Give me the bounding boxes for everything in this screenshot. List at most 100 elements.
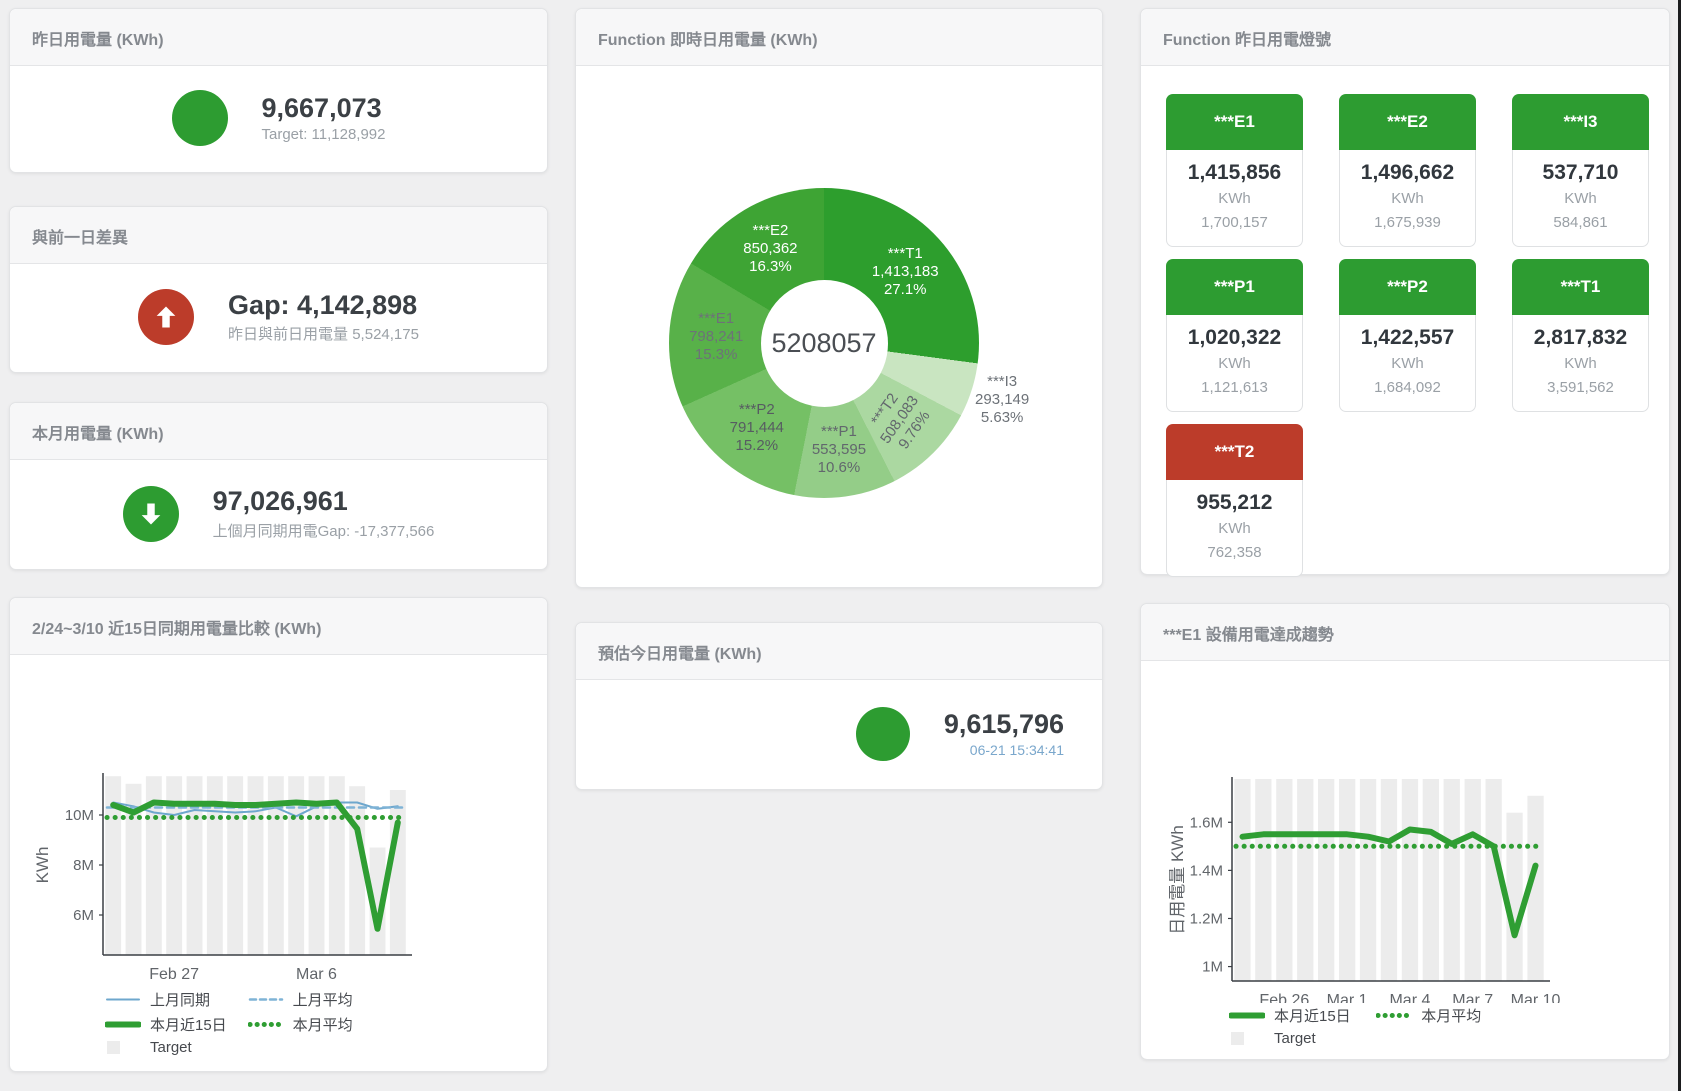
e1-trend-plot[interactable]: 1M1.2M1.4M1.6MFeb 26Mar 1Mar 4Mar 7Mar 1… <box>1141 661 1671 1003</box>
panel-e1-trend-chart: ***E1 設備用電達成趨勢 1M1.2M1.4M1.6MFeb 26Mar 1… <box>1140 603 1670 1060</box>
device-tile-header: ***E2 <box>1339 94 1476 150</box>
device-tile-p2: ***P2 1,422,557KWh1,684,092 <box>1339 259 1476 412</box>
svg-text:10M: 10M <box>65 807 94 824</box>
legend-item[interactable]: Target <box>1229 1030 1376 1047</box>
device-usage-unit: KWh <box>1340 187 1475 211</box>
e1-trend-chart-body: 1M1.2M1.4M1.6MFeb 26Mar 1Mar 4Mar 7Mar 1… <box>1141 661 1669 1049</box>
panel-month-usage: 本月用電量 (KWh) 97,026,961 上個月同期用電Gap: -17,3… <box>9 402 548 570</box>
panel-title: Function 即時日用電量 (KWh) <box>576 9 1102 66</box>
e1-trend-legend: 本月近15日 本月平均 Target <box>1229 1003 1549 1049</box>
svg-text:1.6M: 1.6M <box>1190 814 1223 831</box>
legend-label: Target <box>1274 1030 1316 1047</box>
device-tile-header: ***E1 <box>1166 94 1303 150</box>
donut-center-value: 5208057 <box>771 328 876 359</box>
svg-text:1.2M: 1.2M <box>1190 910 1223 927</box>
svg-text:1M: 1M <box>1202 959 1223 976</box>
svg-text:6M: 6M <box>73 907 94 924</box>
panel-title: 本月用電量 (KWh) <box>10 403 547 460</box>
svg-text:Mar 7: Mar 7 <box>1452 992 1493 1003</box>
device-target-value: 762,358 <box>1167 541 1302 565</box>
legend-label: 本月平均 <box>293 1014 353 1035</box>
gap-value: Gap: 4,142,898 <box>228 290 419 320</box>
device-target-value: 1,700,157 <box>1167 211 1302 235</box>
legend-item[interactable]: 本月近15日 <box>1229 1005 1376 1026</box>
device-usage-unit: KWh <box>1513 352 1648 376</box>
legend-label: 上月同期 <box>150 989 210 1010</box>
donut-segment-label: ***I3293,1495.63% <box>975 373 1029 427</box>
legend-item[interactable]: 上月平均 <box>248 989 391 1010</box>
donut-segment-label: ***E1798,24115.3% <box>689 310 743 364</box>
svg-text:Mar 10: Mar 10 <box>1511 992 1561 1003</box>
device-usage-value: 1,415,856 <box>1167 159 1302 187</box>
device-tile-i3: ***I3537,710KWh584,861 <box>1512 94 1649 247</box>
device-target-value: 584,861 <box>1513 211 1648 235</box>
device-tile-body: 1,415,856KWh1,700,157 <box>1166 150 1303 247</box>
legend-label: Target <box>150 1039 192 1056</box>
device-target-value: 1,121,613 <box>1167 376 1302 400</box>
device-tile-body: 955,212KWh762,358 <box>1166 480 1303 577</box>
device-tile-body: 537,710KWh584,861 <box>1512 150 1649 247</box>
svg-text:日用電量 KWh: 日用電量 KWh <box>1168 825 1187 935</box>
panel-estimate-today: 預估今日用電量 (KWh) 9,615,796 06-21 15:34:41 <box>575 622 1103 790</box>
legend-label: 上月平均 <box>293 989 353 1010</box>
device-tile-header: ***P1 <box>1166 259 1303 315</box>
device-usage-unit: KWh <box>1340 352 1475 376</box>
compare-15d-plot[interactable]: 6M8M10MFeb 27Mar 6KWh <box>10 655 540 987</box>
svg-text:1.4M: 1.4M <box>1190 862 1223 879</box>
legend-target-swatch <box>105 1040 141 1055</box>
donut-segment-label: ***P1553,59510.6% <box>812 423 866 477</box>
panel-title: 2/24~3/10 近15日同期用電量比較 (KWh) <box>10 598 547 655</box>
panel-title: 與前一日差異 <box>10 207 547 264</box>
status-circle-green <box>856 707 910 761</box>
donut-segment-label: ***P2791,44415.2% <box>730 401 784 455</box>
device-target-value: 1,684,092 <box>1340 376 1475 400</box>
device-tile-header: ***T2 <box>1166 424 1303 480</box>
lights-grid: ***E11,415,856KWh1,700,157***E21,496,662… <box>1141 66 1669 577</box>
estimate-today-value: 9,615,796 <box>944 709 1064 739</box>
device-usage-value: 2,817,832 <box>1513 324 1648 352</box>
legend-line-swatch <box>1229 1008 1265 1023</box>
device-usage-value: 1,422,557 <box>1340 324 1475 352</box>
compare-15d-chart-body: 6M8M10MFeb 27Mar 6KWh上月同期上月平均本月近15日本月平均T… <box>10 655 547 1058</box>
panel-title: Function 昨日用電燈號 <box>1141 9 1669 66</box>
device-target-value: 1,675,939 <box>1340 211 1475 235</box>
panel-gap-previous-day: 與前一日差異 Gap: 4,142,898 昨日與前日用電量 5,524,175 <box>9 206 548 373</box>
device-usage-unit: KWh <box>1167 187 1302 211</box>
svg-text:8M: 8M <box>73 857 94 874</box>
yesterday-usage-target: Target: 11,128,992 <box>262 126 386 143</box>
device-tile-header: ***P2 <box>1339 259 1476 315</box>
device-tile-header: ***T1 <box>1512 259 1649 315</box>
device-tile-body: 1,496,662KWh1,675,939 <box>1339 150 1476 247</box>
legend-line-swatch <box>1376 1008 1412 1023</box>
legend-line-swatch <box>248 992 284 1007</box>
up-arrow-icon <box>138 289 194 345</box>
device-usage-value: 955,212 <box>1167 489 1302 517</box>
device-tile-t2: ***T2955,212KWh762,358 <box>1166 424 1303 577</box>
device-target-value: 3,591,562 <box>1513 376 1648 400</box>
panel-yesterday-lights: Function 昨日用電燈號 ***E11,415,856KWh1,700,1… <box>1140 8 1670 575</box>
panel-title: 預估今日用電量 (KWh) <box>576 623 1102 680</box>
legend-item[interactable]: 上月同期 <box>105 989 248 1010</box>
device-tile-header: ***I3 <box>1512 94 1649 150</box>
month-usage-gap: 上個月同期用電Gap: -17,377,566 <box>213 520 435 541</box>
donut-labels-area: 5208057 ***T11,413,18327.1%***I3293,1495… <box>576 66 1102 586</box>
svg-text:KWh: KWh <box>33 847 52 884</box>
donut-segment-label: ***E2850,36216.3% <box>743 222 797 276</box>
status-circle-green <box>172 90 228 146</box>
legend-item[interactable]: 本月近15日 <box>105 1014 248 1035</box>
legend-item[interactable]: 本月平均 <box>1376 1005 1523 1026</box>
down-arrow-icon <box>123 486 179 542</box>
svg-text:Mar 1: Mar 1 <box>1327 992 1368 1003</box>
device-tile-e1: ***E11,415,856KWh1,700,157 <box>1166 94 1303 247</box>
device-usage-unit: KWh <box>1167 517 1302 541</box>
device-usage-unit: KWh <box>1513 187 1648 211</box>
device-usage-value: 1,496,662 <box>1340 159 1475 187</box>
legend-item[interactable]: 本月平均 <box>248 1014 391 1035</box>
panel-15day-compare-chart: 2/24~3/10 近15日同期用電量比較 (KWh) 6M8M10MFeb 2… <box>9 597 548 1072</box>
device-usage-unit: KWh <box>1167 352 1302 376</box>
legend-label: 本月近15日 <box>150 1014 227 1035</box>
legend-target-swatch <box>1229 1031 1265 1046</box>
legend-line-swatch <box>248 1017 284 1032</box>
legend-item[interactable]: Target <box>105 1039 248 1056</box>
legend-label: 本月近15日 <box>1274 1005 1351 1026</box>
